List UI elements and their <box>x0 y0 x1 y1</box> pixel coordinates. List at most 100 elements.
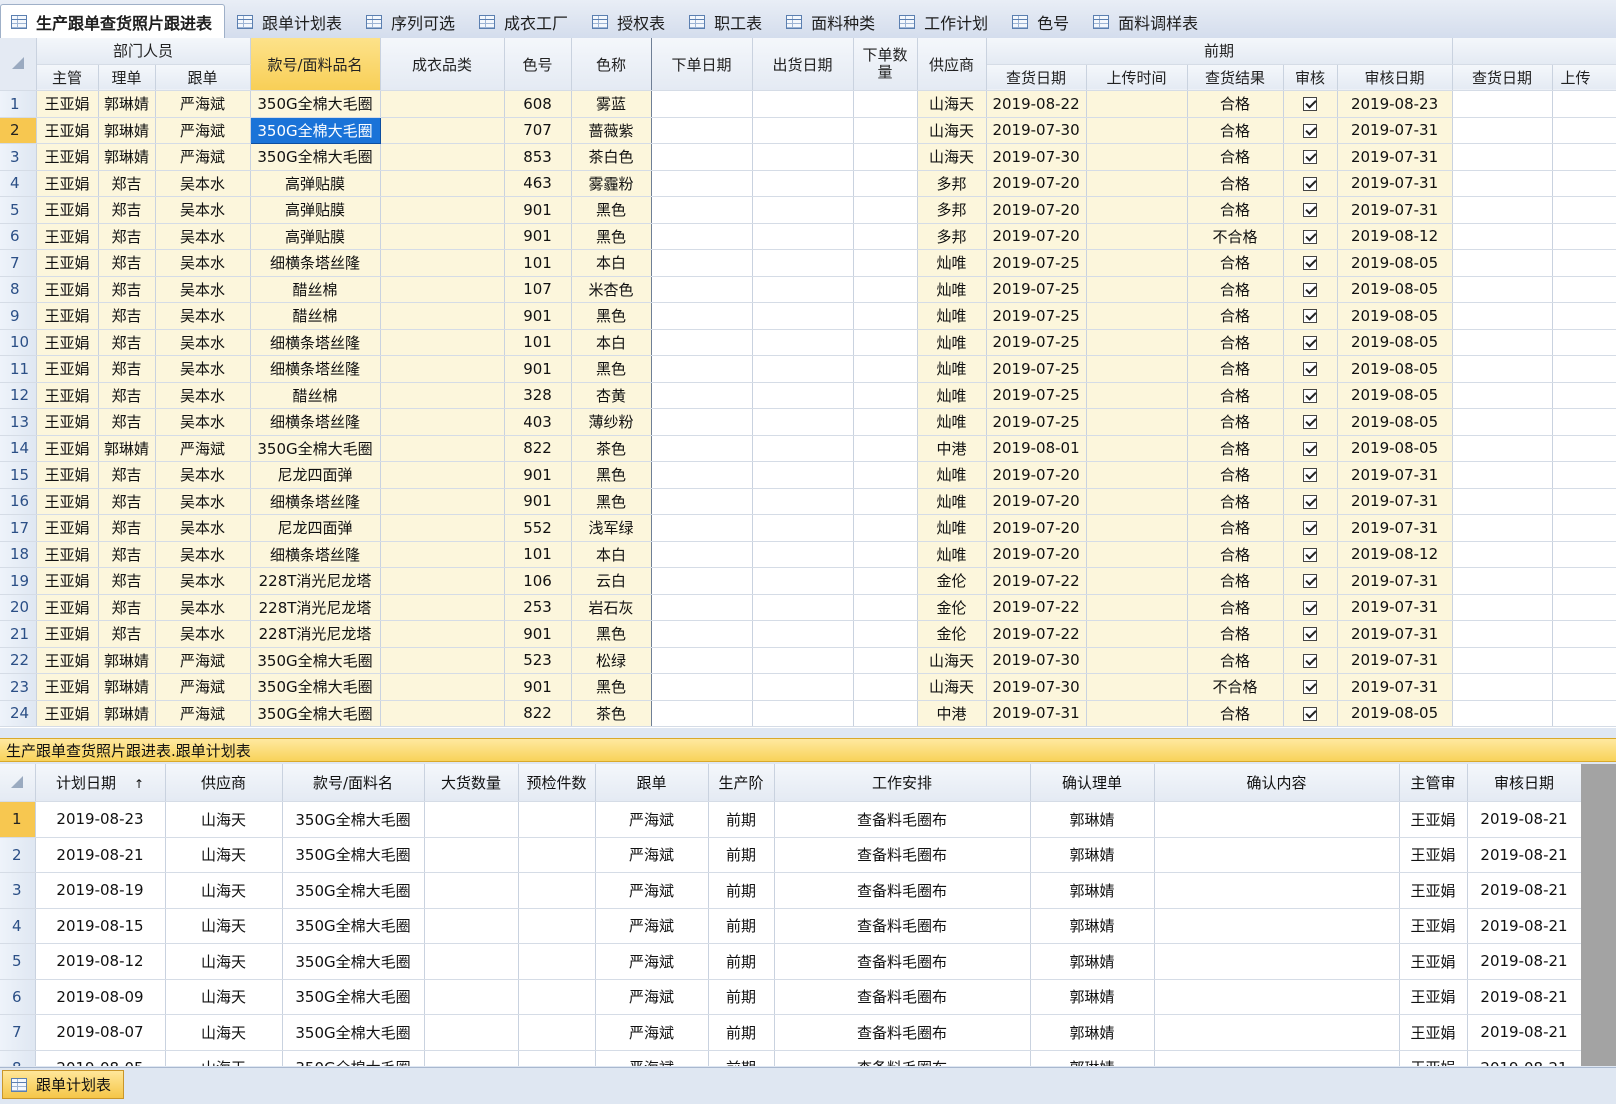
cell-check-date-2[interactable] <box>1452 620 1553 648</box>
cell-manager[interactable]: 王亚娟 <box>36 700 99 727</box>
cell-upload-time[interactable] <box>1086 541 1188 568</box>
cell-upload-2[interactable] <box>1552 514 1616 542</box>
cell-color-name[interactable]: 茶色 <box>571 700 652 727</box>
cell-merch[interactable]: 郑吉 <box>98 382 156 409</box>
audit-checkbox[interactable] <box>1303 282 1318 297</box>
cell-style[interactable]: 350G全棉大毛圈 <box>249 116 381 144</box>
cell-manager[interactable]: 王亚娟 <box>36 223 99 250</box>
detail-cell[interactable]: 350G全棉大毛圈 <box>282 908 425 944</box>
detail-cell[interactable] <box>518 1014 596 1051</box>
cell-supplier[interactable]: 中港 <box>917 435 987 462</box>
table-row[interactable]: 2 王亚娟 郭琳婧 严海斌 350G全棉大毛圈 707 蔷薇紫 山海天 2019-07-30 合格… <box>0 116 1616 144</box>
detail-row-number[interactable]: 2 <box>0 837 36 873</box>
cell-check-date[interactable]: 2019-07-25 <box>986 276 1087 303</box>
cell-check-result[interactable]: 合格 <box>1187 170 1284 197</box>
cell-category[interactable] <box>380 223 505 250</box>
cell-order-date[interactable] <box>651 143 753 171</box>
row-number[interactable]: 13 <box>0 408 37 436</box>
cell-upload-2[interactable] <box>1552 143 1616 171</box>
cell-audit[interactable] <box>1283 276 1338 303</box>
cell-merch[interactable]: 郑吉 <box>98 249 156 277</box>
row-number[interactable]: 23 <box>0 673 37 701</box>
table-row[interactable]: 3 王亚娟 郭琳婧 严海斌 350G全棉大毛圈 853 茶白色 山海天 2019-07-30 合格… <box>0 143 1616 171</box>
cell-style[interactable]: 醋丝棉 <box>250 302 381 330</box>
cell-color-no[interactable]: 901 <box>504 223 572 250</box>
cell-audit[interactable] <box>1283 302 1338 330</box>
cell-check-date[interactable]: 2019-08-22 <box>986 90 1087 118</box>
cell-audit[interactable] <box>1283 408 1338 436</box>
cell-color-name[interactable]: 黑色 <box>571 196 652 224</box>
detail-col-header[interactable]: 款号/面料名 <box>282 764 425 802</box>
cell-upload-time[interactable] <box>1086 567 1188 595</box>
cell-follow[interactable]: 吴本水 <box>155 514 251 542</box>
cell-style[interactable]: 醋丝棉 <box>250 276 381 303</box>
cell-check-result[interactable]: 合格 <box>1187 594 1284 621</box>
cell-supplier[interactable]: 中港 <box>917 700 987 727</box>
cell-check-result[interactable]: 合格 <box>1187 567 1284 595</box>
col-header-color-no[interactable]: 色号 <box>504 38 572 91</box>
cell-order-date[interactable] <box>651 673 753 701</box>
cell-check-date-2[interactable] <box>1452 647 1553 674</box>
table-row[interactable]: 18 王亚娟 郑吉 吴本水 细横条塔丝隆 101 本白 灿唯 2019-07-20 合格 2019-… <box>0 541 1616 568</box>
cell-check-date[interactable]: 2019-07-20 <box>986 461 1087 489</box>
col-header-order-qty[interactable]: 下单数量 <box>853 38 918 91</box>
row-number[interactable]: 9 <box>0 302 37 330</box>
cell-check-result[interactable]: 不合格 <box>1187 673 1284 701</box>
col-header-check-date[interactable]: 查货日期 <box>986 64 1087 91</box>
detail-cell[interactable]: 2019-08-21 <box>1467 837 1581 873</box>
detail-cell[interactable]: 2019-08-21 <box>1467 1014 1581 1051</box>
cell-merch[interactable]: 郑吉 <box>98 461 156 489</box>
detail-cell[interactable]: 严海斌 <box>595 908 709 944</box>
cell-upload-2[interactable] <box>1552 276 1616 303</box>
cell-category[interactable] <box>380 302 505 330</box>
cell-color-name[interactable]: 雾霾粉 <box>571 170 652 197</box>
cell-manager[interactable]: 王亚娟 <box>36 408 99 436</box>
cell-upload-time[interactable] <box>1086 435 1188 462</box>
row-number[interactable]: 2 <box>0 117 37 144</box>
tab-0[interactable]: 生产跟单查货照片跟进表 <box>0 4 226 38</box>
table-row[interactable]: 7 王亚娟 郑吉 吴本水 细横条塔丝隆 101 本白 灿唯 2019-07-25 合格 2019-0… <box>0 249 1616 277</box>
detail-cell[interactable]: 350G全棉大毛圈 <box>282 979 425 1015</box>
row-number[interactable]: 5 <box>0 196 37 224</box>
cell-audit-date[interactable]: 2019-08-23 <box>1337 90 1453 118</box>
detail-cell[interactable] <box>1154 872 1400 909</box>
cell-order-date[interactable] <box>651 355 753 383</box>
table-row[interactable]: 17 王亚娟 郑吉 吴本水 尼龙四面弹 552 浅军绿 灿唯 2019-07-20 合格 2019-… <box>0 514 1616 542</box>
col-header-audit-date[interactable]: 审核日期 <box>1337 64 1453 91</box>
cell-upload-time[interactable] <box>1086 461 1188 489</box>
cell-order-date[interactable] <box>651 461 753 489</box>
cell-supplier[interactable]: 灿唯 <box>917 249 987 277</box>
cell-upload-2[interactable] <box>1552 673 1616 701</box>
detail-cell[interactable] <box>518 908 596 944</box>
detail-cell[interactable]: 王亚娟 <box>1399 943 1468 980</box>
cell-audit-date[interactable]: 2019-08-05 <box>1337 329 1453 356</box>
detail-cell[interactable]: 2019-08-23 <box>35 801 166 838</box>
cell-check-result[interactable]: 合格 <box>1187 196 1284 224</box>
audit-checkbox[interactable] <box>1303 362 1318 377</box>
cell-ship-date[interactable] <box>752 514 854 542</box>
cell-check-result[interactable]: 合格 <box>1187 408 1284 436</box>
detail-cell[interactable] <box>518 943 596 980</box>
cell-check-date-2[interactable] <box>1452 355 1553 383</box>
cell-order-qty[interactable] <box>853 408 918 436</box>
audit-checkbox[interactable] <box>1303 494 1318 509</box>
table-row[interactable]: 13 王亚娟 郑吉 吴本水 细横条塔丝隆 403 薄纱粉 灿唯 2019-07-25 合格 2019… <box>0 408 1616 436</box>
cell-merch[interactable]: 郑吉 <box>98 567 156 595</box>
row-number[interactable]: 7 <box>0 249 37 277</box>
cell-follow[interactable]: 吴本水 <box>155 620 251 648</box>
detail-cell[interactable]: 山海天 <box>165 979 283 1015</box>
cell-color-no[interactable]: 901 <box>504 196 572 224</box>
cell-merch[interactable]: 郑吉 <box>98 223 156 250</box>
cell-order-qty[interactable] <box>853 620 918 648</box>
cell-check-result[interactable]: 合格 <box>1187 117 1284 144</box>
cell-merch[interactable]: 郑吉 <box>98 302 156 330</box>
cell-manager[interactable]: 王亚娟 <box>36 117 99 144</box>
cell-supplier[interactable]: 金伦 <box>917 567 987 595</box>
cell-order-date[interactable] <box>651 594 753 621</box>
cell-manager[interactable]: 王亚娟 <box>36 302 99 330</box>
cell-upload-time[interactable] <box>1086 488 1188 515</box>
detail-cell[interactable]: 郭琳婧 <box>1030 1050 1155 1066</box>
cell-audit-date[interactable]: 2019-07-31 <box>1337 673 1453 701</box>
cell-check-date-2[interactable] <box>1452 673 1553 701</box>
audit-checkbox[interactable] <box>1303 574 1318 589</box>
